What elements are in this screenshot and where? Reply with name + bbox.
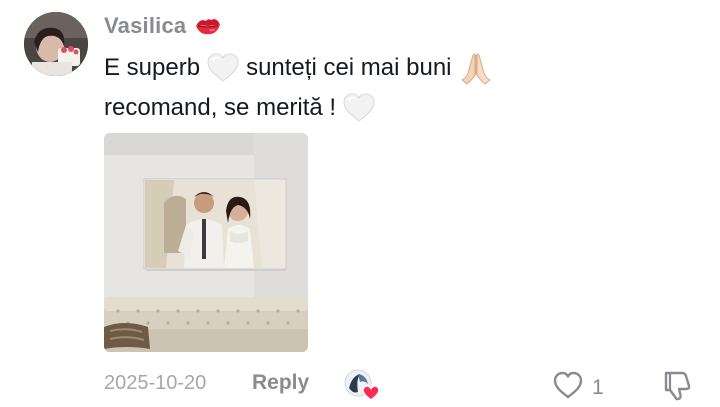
comment-item: Vasilica E superb sunteți cei mai buni r… [0, 0, 720, 407]
white-heart-icon [342, 92, 376, 124]
comment-line-2: recomand, se merită ! [104, 88, 664, 128]
photo-image [104, 133, 308, 352]
comment-text: E superb sunteți cei mai buni recomand, … [104, 48, 664, 128]
like-group: 1 [552, 370, 604, 405]
folded-hands-icon [458, 51, 494, 85]
white-heart-icon [206, 52, 240, 84]
comment-date: 2025-10-20 [104, 372, 207, 394]
kiss-mark-icon [194, 14, 222, 38]
comment-photo[interactable] [104, 133, 308, 352]
comment-line-1: E superb sunteți cei mai buni [104, 48, 664, 88]
comment-text-part: E superb [104, 54, 201, 81]
like-count: 1 [592, 375, 604, 399]
heart-icon [362, 385, 380, 401]
liked-by-creator-badge [344, 368, 380, 402]
avatar[interactable] [24, 12, 88, 76]
username-row: Vasilica [104, 12, 222, 40]
reply-button[interactable]: Reply [252, 371, 309, 395]
username[interactable]: Vasilica [104, 13, 186, 39]
avatar-image [24, 12, 88, 76]
like-heart-icon[interactable] [552, 370, 584, 405]
comment-footer: 2025-10-20 Reply 1 [104, 366, 704, 406]
dislike-button[interactable] [660, 368, 694, 402]
comment-text-part: sunteți cei mai buni [246, 54, 452, 81]
comment-text-part: recomand, se merită ! [104, 94, 337, 121]
thumbs-down-icon [664, 371, 691, 401]
